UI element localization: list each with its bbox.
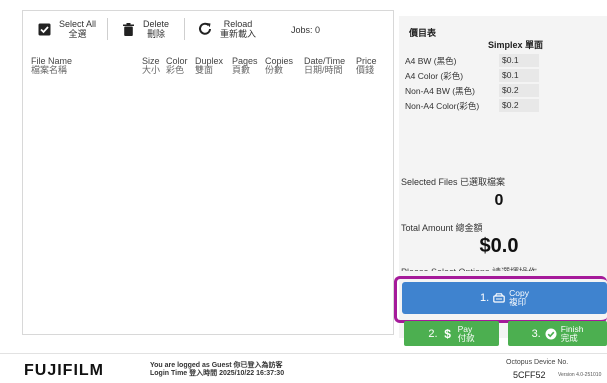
login-guest-text: You are logged as Guest 你已登入為訪客 [150,362,283,369]
col-label-zh: 彩色 [166,65,185,75]
toolbar-divider [107,18,108,40]
finish-step-number: 3. [531,327,541,340]
price-table-column: Simplex 單面 [488,40,544,50]
copy-button[interactable]: 1. Copy 複印 [402,282,607,314]
col-pages[interactable]: Pages 頁數 [232,57,258,75]
pay-step-number: 2. [428,327,438,340]
device-number: 5CFF52 [513,370,546,380]
price-row: Non-A4 Color(彩色) $0.2 [403,99,553,112]
fujifilm-logo: FUJIFILM [24,362,104,379]
select-all-label: Select All [59,19,97,29]
col-price[interactable]: Price 價錢 [356,57,377,75]
col-label-zh: 日期/時間 [304,65,343,75]
footer: FUJIFILM You are logged as Guest 你已登入為訪客… [0,353,607,383]
toolbar: Select All 全選 Delete 刪除 Reload 重新載入 Jobs… [23,11,393,47]
col-label-zh: 檔案名稱 [31,65,68,75]
price-name: A4 BW (黑色) [405,56,457,66]
col-copies[interactable]: Copies 份數 [265,57,293,75]
reload-label-zh: 重新載入 [220,29,257,39]
reload-label: Reload [223,19,253,29]
price-value: $0.1 [499,69,539,82]
price-row: A4 BW (黑色) $0.1 [403,54,553,67]
login-time-text: Login Time 登入時間 2025/10/22 16:37:30 [150,370,285,377]
price-value: $0.2 [499,99,539,112]
price-row: A4 Color (彩色) $0.1 [403,69,553,82]
col-duplex[interactable]: Duplex 雙面 [195,57,223,75]
select-options-prompt: Please Select Options 請選擇操作 [401,265,537,271]
delete-button[interactable]: Delete 刪除 [121,15,169,43]
col-datetime[interactable]: Date/Time 日期/時間 [304,57,345,75]
col-label-zh: 份數 [265,65,284,75]
total-amount-label: Total Amount 總金額 [401,223,483,233]
delete-label: Delete [143,19,170,29]
jobs-count: Jobs: 0 [291,25,321,35]
total-amount-value: $0.0 [479,235,519,257]
col-size[interactable]: Size 大小 [142,57,160,75]
version-text: Version 4.0-251010 [558,372,602,378]
selected-files-label: Selected Files 已選取檔案 [401,177,506,187]
selected-files-count: 0 [494,192,504,209]
select-all-button[interactable]: Select All 全選 [37,15,96,43]
copier-icon [493,293,505,303]
reload-icon [198,22,212,36]
reload-button[interactable]: Reload 重新載入 [198,15,256,43]
copy-step-number: 1. [479,292,490,304]
delete-label-zh: 刪除 [147,29,166,39]
col-label-zh: 頁數 [232,65,251,75]
col-color[interactable]: Color 彩色 [166,57,188,75]
price-name: Non-A4 BW (黑色) [405,86,475,96]
price-name: A4 Color (彩色) [405,71,464,81]
col-file-name[interactable]: File Name 檔案名稱 [31,57,72,75]
price-value: $0.1 [499,54,539,67]
login-info: You are logged as Guest 你已登入為訪客 Login Ti… [150,362,284,378]
col-label-zh: 雙面 [195,65,214,75]
toolbar-divider [184,18,185,40]
finish-button[interactable]: 3. Finish 完成 [508,321,607,346]
finish-label-zh: 完成 [560,332,578,343]
price-row: Non-A4 BW (黑色) $0.2 [403,84,553,97]
select-all-label-zh: 全選 [68,29,87,39]
price-table-title: 價目表 [409,28,437,38]
file-list-panel: Select All 全選 Delete 刪除 Reload 重新載入 Jobs… [22,10,394,335]
pay-button[interactable]: 2. $ Pay 付款 [404,321,499,346]
dollar-icon: $ [444,326,451,341]
copy-label-zh: 複印 [509,297,527,307]
col-label-zh: 大小 [142,65,161,75]
trash-icon [121,22,135,36]
pay-label-zh: 付款 [457,332,475,343]
checkbox-icon [37,22,51,36]
price-name: Non-A4 Color(彩色) [405,101,480,111]
kiosk-screen: Select All 全選 Delete 刪除 Reload 重新載入 Jobs… [0,0,607,383]
price-value: $0.2 [499,84,539,97]
check-circle-icon [545,328,557,339]
col-label-zh: 價錢 [356,65,375,75]
file-table-header: File Name 檔案名稱 Size 大小 Color 彩色 Duplex 雙… [31,57,391,83]
device-number-label: Octopus Device No. [506,359,569,366]
